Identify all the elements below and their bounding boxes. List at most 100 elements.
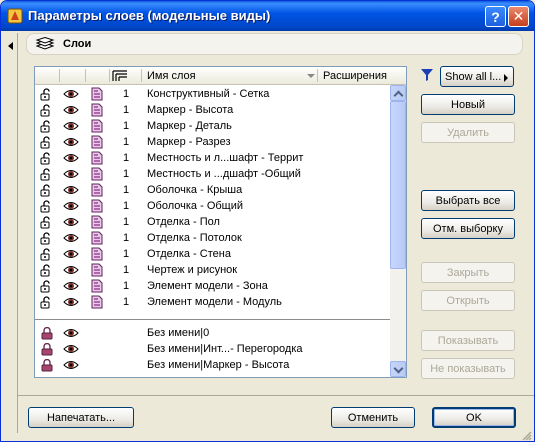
visibility-eye-icon[interactable]: [63, 297, 79, 307]
visibility-eye-icon[interactable]: [63, 265, 79, 275]
visibility-eye-icon[interactable]: [63, 105, 79, 115]
layer-row[interactable]: 1 Оболочка - Общий: [35, 198, 391, 214]
list-column-header: Имя слоя Расширения: [35, 67, 406, 85]
layer-row[interactable]: 1 Отделка - Потолок: [35, 230, 391, 246]
visibility-eye-icon[interactable]: [63, 121, 79, 131]
layer-name: Элемент модели - Модуль: [147, 296, 282, 308]
layer-row[interactable]: 1 Маркер - Деталь: [35, 118, 391, 134]
visibility-eye-icon[interactable]: [63, 249, 79, 259]
lock-open-icon[interactable]: [40, 168, 54, 181]
lock-closed-icon[interactable]: [40, 343, 54, 356]
layer-row[interactable]: 1 Маркер - Высота: [35, 102, 391, 118]
show-layer-button[interactable]: Показывать: [421, 330, 515, 351]
layer-name: Элемент модели - Зона: [147, 280, 268, 292]
lock-closed-icon[interactable]: [40, 359, 54, 372]
layer-row[interactable]: 1 Местность и л...шафт - Террит: [35, 150, 391, 166]
resize-grip-icon[interactable]: [520, 429, 532, 441]
wireframe-page-icon[interactable]: [90, 87, 104, 101]
lock-open-icon[interactable]: [40, 88, 54, 101]
lock-open-icon[interactable]: [40, 104, 54, 117]
column-separator: [59, 69, 60, 82]
wireframe-page-icon[interactable]: [90, 247, 104, 261]
show-all-label: Show all l...: [445, 70, 502, 83]
scroll-thumb[interactable]: [390, 101, 406, 269]
ok-button[interactable]: OK: [432, 407, 516, 428]
wireframe-page-icon[interactable]: [90, 119, 104, 133]
visibility-eye-icon[interactable]: [63, 344, 79, 354]
print-button[interactable]: Напечатать...: [28, 407, 134, 428]
visibility-eye-icon[interactable]: [63, 137, 79, 147]
layer-row[interactable]: 1 Отделка - Пол: [35, 214, 391, 230]
visibility-eye-icon[interactable]: [63, 185, 79, 195]
lock-open-icon[interactable]: [40, 200, 54, 213]
wireframe-page-icon[interactable]: [90, 103, 104, 117]
lock-open-icon[interactable]: [40, 248, 54, 261]
layer-row[interactable]: 1 Конструктивный - Сетка: [35, 86, 391, 102]
layer-row[interactable]: 1 Элемент модели - Модуль: [35, 294, 391, 310]
wireframe-page-icon[interactable]: [90, 231, 104, 245]
layer-row[interactable]: 1 Оболочка - Крыша: [35, 182, 391, 198]
wireframe-page-icon[interactable]: [90, 135, 104, 149]
layer-name: Оболочка - Крыша: [147, 184, 243, 196]
lock-open-icon[interactable]: [40, 152, 54, 165]
layer-row[interactable]: Без имени|0: [35, 325, 391, 341]
layer-row[interactable]: 1 Отделка - Стена: [35, 246, 391, 262]
wireframe-page-icon[interactable]: [90, 215, 104, 229]
wireframe-page-icon[interactable]: [90, 199, 104, 213]
help-button[interactable]: ?: [485, 6, 506, 27]
layer-row[interactable]: Без имени|Инт...- Перегородка: [35, 341, 391, 357]
column-extensions[interactable]: Расширения: [323, 70, 387, 82]
scroll-up-button[interactable]: [390, 85, 406, 101]
intersection-group-icon[interactable]: [112, 69, 128, 82]
intersection-group-number: 1: [123, 248, 130, 260]
lock-open-icon[interactable]: [40, 296, 54, 309]
lock-open-icon[interactable]: [40, 264, 54, 277]
layer-list[interactable]: Имя слоя Расширения 1 Конструктивный - Се…: [34, 66, 407, 378]
column-layer-name[interactable]: Имя слоя: [147, 70, 196, 82]
new-layer-button[interactable]: Новый: [421, 94, 515, 115]
wireframe-page-icon[interactable]: [90, 151, 104, 165]
lock-open-icon[interactable]: [40, 184, 54, 197]
hide-layer-button[interactable]: Не показывать: [421, 358, 515, 379]
layer-row[interactable]: 1 Маркер - Разрез: [35, 134, 391, 150]
wireframe-page-icon[interactable]: [90, 263, 104, 277]
layer-row[interactable]: Без имени|Маркер - Высота: [35, 357, 391, 373]
show-all-layers-dropdown[interactable]: Show all l...: [440, 66, 514, 87]
visibility-eye-icon[interactable]: [63, 328, 79, 338]
visibility-eye-icon[interactable]: [63, 233, 79, 243]
lock-open-icon[interactable]: [40, 280, 54, 293]
intersection-group-number: 1: [123, 136, 130, 148]
scroll-down-button[interactable]: [390, 361, 406, 377]
lock-open-icon[interactable]: [40, 136, 54, 149]
lock-open-icon[interactable]: [40, 232, 54, 245]
visibility-eye-icon[interactable]: [63, 281, 79, 291]
visibility-eye-icon[interactable]: [63, 89, 79, 99]
lock-open-icon[interactable]: [40, 120, 54, 133]
cancel-button[interactable]: Отменить: [331, 407, 415, 428]
close-window-button[interactable]: ✕: [508, 6, 529, 27]
lock-open-icon[interactable]: [40, 216, 54, 229]
layer-row[interactable]: 1 Элемент модели - Зона: [35, 278, 391, 294]
title-bar[interactable]: Параметры слоев (модельные виды) ? ✕: [1, 1, 534, 31]
wireframe-page-icon[interactable]: [90, 183, 104, 197]
visibility-eye-icon[interactable]: [63, 169, 79, 179]
wireframe-page-icon[interactable]: [90, 167, 104, 181]
wireframe-page-icon[interactable]: [90, 279, 104, 293]
visibility-eye-icon[interactable]: [63, 360, 79, 370]
deselect-button[interactable]: Отм. выборку: [421, 218, 515, 239]
lock-layer-button[interactable]: Закрыть: [421, 262, 515, 283]
visibility-eye-icon[interactable]: [63, 217, 79, 227]
select-all-button[interactable]: Выбрать все: [421, 190, 515, 211]
vertical-scrollbar[interactable]: [390, 85, 406, 377]
lock-closed-icon[interactable]: [40, 327, 54, 340]
unlock-layer-button[interactable]: Открыть: [421, 290, 515, 311]
visibility-eye-icon[interactable]: [63, 201, 79, 211]
layer-row[interactable]: 1 Местность и ...дшафт -Общий: [35, 166, 391, 182]
wireframe-page-icon[interactable]: [90, 295, 104, 309]
collapse-arrow-icon[interactable]: [8, 42, 13, 50]
delete-layer-button[interactable]: Удалить: [421, 122, 515, 143]
layer-name: Без имени|Инт...- Перегородка: [147, 343, 303, 355]
visibility-eye-icon[interactable]: [63, 153, 79, 163]
layer-row[interactable]: 1 Чертеж и рисунок: [35, 262, 391, 278]
sort-arrow-icon[interactable]: [307, 74, 315, 78]
